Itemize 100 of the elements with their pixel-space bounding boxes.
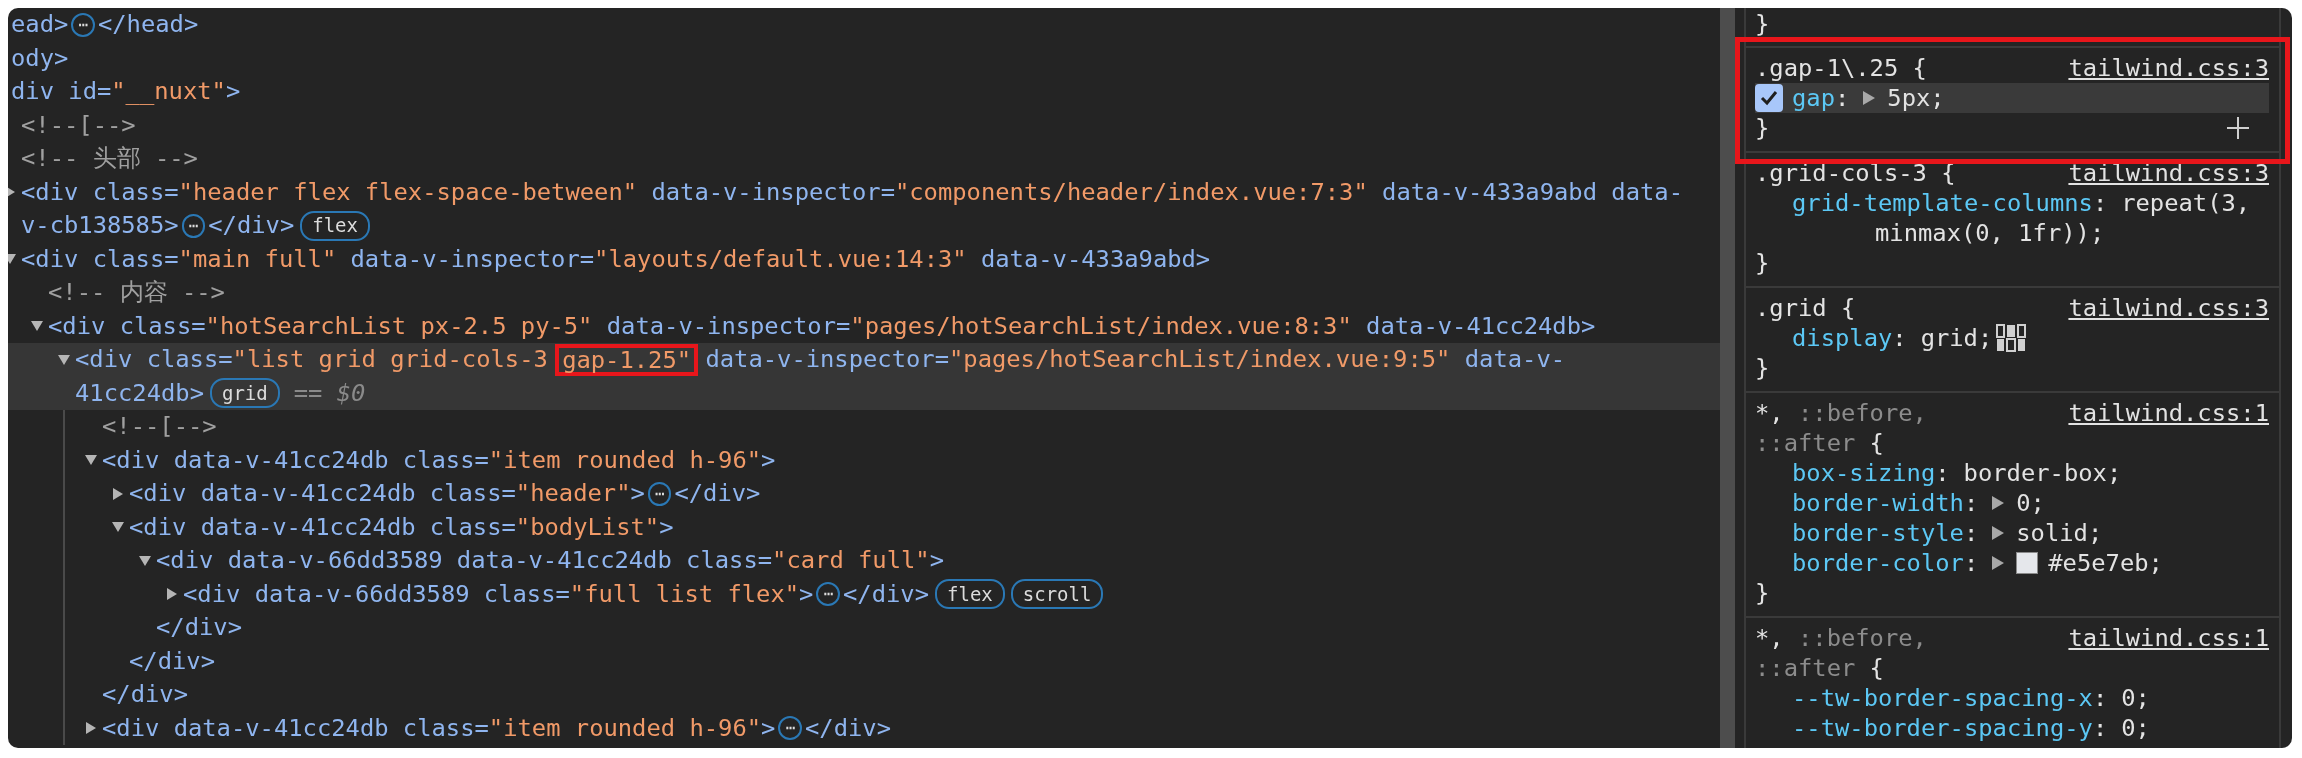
property-value: 0;	[2016, 488, 2045, 518]
html-tag: </head>	[97, 8, 199, 42]
property-colon: :	[2092, 683, 2108, 713]
dom-tree-row[interactable]: <div data-v-41cc24db class="item rounded h-96">	[8, 443, 1720, 477]
dom-tree-row[interactable]: ody>	[8, 41, 1720, 75]
dom-tree-row[interactable]: <div class="main full" data-v-inspector="layouts/default.vue:14:3" data-v-433a9abd>	[8, 242, 1720, 276]
attribute-name: class=	[91, 243, 179, 275]
closing-brace: }	[1755, 113, 1770, 143]
property-colon: :	[1892, 323, 1907, 353]
attribute-value: "bodyList"	[515, 511, 660, 543]
closing-brace: }	[1755, 9, 1770, 39]
html-tag: <div	[75, 343, 133, 377]
html-tag: </div>	[843, 577, 929, 611]
attribute-name: data-v-41cc24db class=	[172, 712, 489, 744]
dom-tree-row[interactable]: <!--[-->	[8, 108, 1720, 142]
closing-brace: }	[1755, 353, 1770, 383]
dom-tree-row[interactable]: <div data-v-66dd3589 class="full list flex"> ⋯ </div> flex scroll	[8, 577, 1720, 611]
attribute-value: "layouts/default.vue:14:3"	[594, 243, 967, 275]
attribute-name: data-v-inspector=	[605, 310, 851, 342]
dom-tree-row[interactable]: <div data-v-41cc24db class="bodyList">	[8, 510, 1720, 544]
html-tag: >	[225, 75, 241, 109]
caret-right-icon[interactable]	[112, 487, 124, 500]
caret-down-icon[interactable]	[112, 521, 124, 534]
dom-tree-row[interactable]: <div class="header flex flex-space-between" data-v-inspector="components/header/index.vue:7:3" data-v-433a9abd data- v-cb138585> ⋯ </div> flex	[8, 175, 1720, 243]
html-tag: <div	[156, 544, 214, 578]
attribute-name: data-v-66dd3589 data-v-41cc24db class=	[226, 545, 773, 576]
property-name: box-sizing	[1792, 458, 1936, 488]
caret-right-icon[interactable]	[1992, 526, 2005, 540]
expand-ellipsis[interactable]: ⋯	[647, 481, 672, 506]
attribute-name: v-cb138585	[21, 210, 165, 241]
dom-tree-row[interactable]: <div data-v-66dd3589 data-v-41cc24db class="card full">	[8, 544, 1720, 578]
caret-down-icon[interactable]	[58, 353, 70, 366]
attribute-name: class=	[91, 176, 179, 208]
dom-tree-row[interactable]: <!-- 内容 -->	[8, 276, 1720, 310]
html-tag: </div>	[674, 477, 761, 511]
caret-right-icon[interactable]	[85, 722, 97, 735]
dom-tree-row[interactable]: <div class="list grid grid-cols-3 gap-1.25" data-v-inspector="pages/hotSearchList/index.vue:9:5" data-v- 41cc24db> grid == $0	[8, 343, 1720, 410]
attribute-value: "item rounded h-96"	[488, 712, 762, 744]
layout-badge[interactable]: flex	[935, 579, 1005, 610]
attribute-value: "hotSearchList px-2.5 py-5"	[205, 310, 593, 342]
html-comment: <!-- 头部 -->	[21, 143, 198, 174]
expand-ellipsis[interactable]: ⋯	[181, 213, 206, 238]
layout-badge[interactable]: grid	[209, 378, 280, 409]
property-colon: :	[2092, 188, 2108, 218]
html-tag: <div	[129, 510, 187, 544]
source-link[interactable]: tailwind.css:3	[2068, 53, 2269, 83]
property-checkbox[interactable]	[1755, 84, 1783, 112]
html-tag: >	[761, 711, 776, 745]
attribute-name: data-v-41cc24db class=	[172, 444, 489, 476]
source-link[interactable]: tailwind.css:1	[2068, 623, 2269, 653]
dom-tree-row[interactable]: <!-- 头部 -->	[8, 142, 1720, 176]
grid-editor-icon[interactable]	[1996, 324, 2027, 352]
layout-badge[interactable]: scroll	[1010, 579, 1104, 610]
attribute-name: data-v-41cc24db	[1365, 310, 1581, 342]
caret-down-icon[interactable]	[8, 253, 16, 266]
caret-right-icon[interactable]	[1863, 91, 1876, 105]
source-link[interactable]: tailwind.css:1	[2068, 398, 2269, 428]
caret-right-icon[interactable]	[1992, 556, 2005, 570]
caret-right-icon[interactable]	[1992, 496, 2005, 510]
source-link[interactable]: tailwind.css:3	[2068, 158, 2269, 188]
checkmark-icon	[1760, 90, 1778, 106]
dom-tree-row[interactable]: <div class="hotSearchList px-2.5 py-5" data-v-inspector="pages/hotSearchList/index.vue:8:3" data-v-41cc24db>	[8, 309, 1720, 343]
caret-down-icon[interactable]	[139, 554, 151, 567]
css-selector: .grid-cols-3	[1755, 159, 1927, 187]
html-comment: <!--[-->	[102, 411, 217, 442]
caret-down-icon[interactable]	[31, 320, 43, 333]
color-swatch[interactable]	[2016, 552, 2039, 574]
property-value: grid;	[1920, 323, 1993, 353]
layout-badge[interactable]: flex	[300, 210, 370, 241]
html-comment: <!--[-->	[21, 109, 136, 141]
dom-tree-row[interactable]: div id="__nuxt">	[8, 75, 1720, 109]
dom-tree-row[interactable]: <div data-v-41cc24db class="header"> ⋯ </div>	[8, 477, 1720, 511]
source-link[interactable]: tailwind.css:3	[2068, 293, 2269, 323]
html-tag: >	[929, 544, 944, 578]
property-value: 0;	[2121, 713, 2150, 743]
dom-tree-row[interactable]: <!--[-->	[8, 410, 1720, 444]
css-selector: {	[1868, 654, 1884, 682]
caret-right-icon[interactable]	[8, 186, 16, 199]
property-colon: :	[1963, 518, 1979, 548]
property-name: grid-template-columns	[1792, 188, 2093, 218]
dom-tree-row[interactable]: <div data-v-41cc24db class="item rounded h-96"> ⋯ </div>	[8, 711, 1720, 745]
add-property-icon[interactable]	[2227, 117, 2249, 139]
attribute-value: "card full"	[772, 545, 930, 576]
caret-down-icon[interactable]	[85, 454, 97, 467]
html-tag: </div>	[129, 644, 215, 678]
attribute-name: class=	[118, 310, 206, 342]
property-value: repeat(3,	[2121, 188, 2251, 218]
expand-ellipsis[interactable]: ⋯	[816, 582, 841, 607]
property-name: border-style	[1792, 518, 1964, 548]
html-tag: >	[659, 510, 674, 544]
dom-tree-row[interactable]: ead> ⋯ </head>	[8, 8, 1720, 42]
resize-handle[interactable]	[1720, 8, 1735, 748]
caret-right-icon[interactable]	[166, 588, 178, 601]
html-tag: >	[1581, 309, 1596, 343]
css-selector: .grid	[1755, 294, 1827, 322]
expand-ellipsis[interactable]: ⋯	[778, 716, 803, 741]
html-tag: </div>	[805, 711, 891, 745]
expand-ellipsis[interactable]: ⋯	[71, 12, 95, 37]
html-tag: <div	[183, 577, 241, 611]
html-tag: >	[164, 209, 179, 243]
